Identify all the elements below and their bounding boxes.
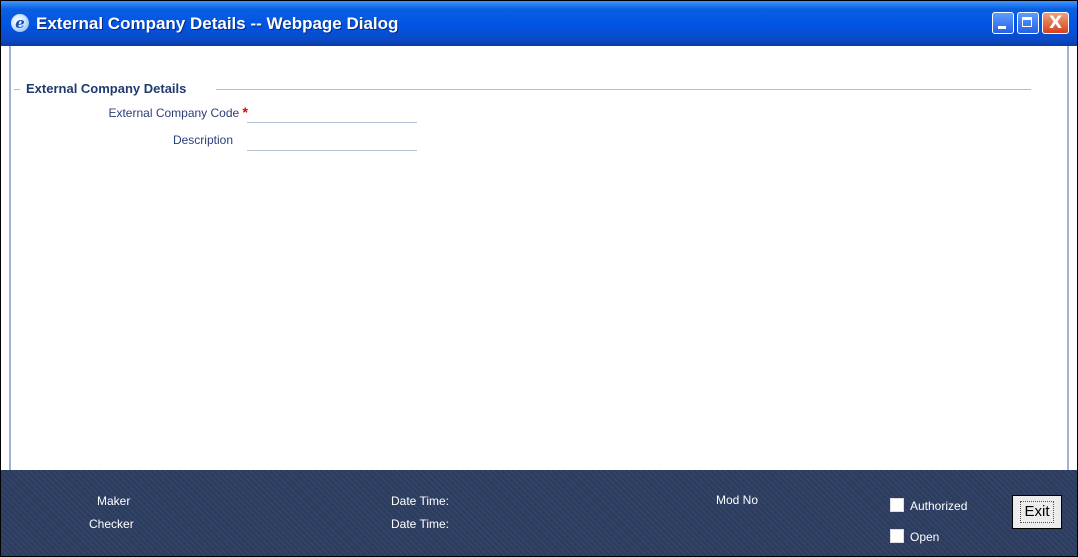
maker-datetime-label: Date Time: (391, 494, 450, 508)
mod-no-label: Mod No (716, 493, 759, 507)
maximize-button[interactable] (1017, 12, 1039, 34)
section-legend: External Company Details (26, 81, 191, 97)
exit-button[interactable]: Exit (1012, 495, 1062, 529)
dialog-content: External Company Details External Compan… (9, 46, 1069, 470)
dialog-window: e External Company Details -- Webpage Di… (0, 0, 1078, 557)
maker-label: Maker (97, 494, 131, 508)
ie-icon: e (11, 14, 29, 32)
title-bar[interactable]: e External Company Details -- Webpage Di… (1, 1, 1077, 46)
fieldset-border (216, 89, 1031, 90)
authorized-label: Authorized (910, 499, 968, 513)
description-input[interactable] (247, 135, 417, 151)
external-company-code-label: External Company Code * (73, 105, 248, 120)
audit-footer: Maker Checker Date Time: Date Time: Mod … (1, 470, 1077, 556)
open-checkbox[interactable] (890, 529, 904, 543)
close-button[interactable]: X (1042, 12, 1069, 34)
external-company-code-label-text: External Company Code (108, 106, 240, 120)
authorized-checkbox[interactable] (890, 498, 904, 512)
external-company-code-input[interactable] (247, 107, 417, 123)
open-label: Open (910, 530, 940, 544)
window-title: External Company Details -- Webpage Dial… (36, 14, 399, 33)
fieldset-border-left (14, 89, 20, 90)
checker-label: Checker (89, 517, 134, 531)
minimize-button[interactable] (992, 12, 1014, 34)
exit-button-label: Exit (1020, 501, 1054, 523)
checker-datetime-label: Date Time: (391, 517, 450, 531)
description-label: Description (172, 133, 233, 147)
